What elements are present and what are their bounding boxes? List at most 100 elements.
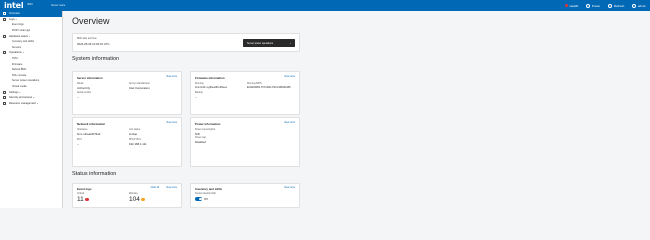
power-extra-value: N/D	[195, 132, 200, 136]
hardware-icon	[3, 34, 6, 38]
health-label: Health	[569, 3, 579, 8]
manufacturer-label: Server manufacturer	[129, 83, 150, 85]
bmc-time-value: 2024-05-29 14:03:01 UTC	[77, 42, 110, 46]
bios-label: Running BIOS	[247, 83, 262, 85]
identify-led-value: Off	[204, 197, 208, 201]
view-more-link[interactable]: View more	[284, 187, 295, 189]
power-consumption-label: Power consumption	[195, 129, 216, 131]
sidebar-nav: Overview Logs ▴ Event logs POST code logs…	[0, 11, 63, 208]
chevron-right-icon: ›	[290, 41, 291, 45]
server-info-card: Server information View more Model Arche…	[72, 71, 182, 115]
server-name: Server name	[51, 4, 66, 7]
identify-led-label: System identify LED	[195, 193, 216, 195]
warning-label: Warning	[129, 193, 138, 195]
top-bar: intel BMC Server name Health Power Refre…	[0, 0, 650, 11]
critical-status-icon	[85, 197, 89, 202]
bios-value: EGSDCRB1.SYS.0021.P23.2405221958	[247, 86, 291, 89]
firmware-info-card: Firmware information View more Running b…	[190, 71, 300, 115]
sidebar-item-resource-management[interactable]: Resource management ▾	[0, 101, 62, 107]
card-title: Firmware information	[195, 76, 225, 80]
health-status-icon	[565, 4, 569, 7]
event-logs-card: Event logs Clear all View more Critical …	[72, 183, 182, 208]
identify-led-control: Off	[195, 197, 208, 201]
chevron-down-icon: ▾	[19, 91, 21, 94]
sidebar-item-label: Overview	[9, 12, 20, 16]
critical-value: 11	[77, 196, 84, 203]
refresh-button[interactable]: Refresh	[608, 3, 624, 8]
settings-icon	[3, 90, 6, 94]
power-label: Power	[591, 3, 601, 8]
serial-label: Serial number	[77, 92, 92, 94]
top-actions: Health Power Refresh admin	[565, 3, 646, 8]
model-label: Model	[77, 83, 84, 85]
sidebar-item-label: Security and access	[9, 96, 33, 100]
sidebar-item-label: Hardware status	[9, 34, 28, 38]
backup-label: Backup	[195, 92, 203, 94]
power-button[interactable]: Power	[586, 3, 601, 8]
ipv4-value: --	[77, 142, 79, 146]
link-status-label: Link status	[129, 129, 140, 131]
warning-count[interactable]: 104	[129, 196, 145, 203]
model-value: ArcherCity	[77, 86, 91, 90]
view-more-link[interactable]: View more	[166, 122, 177, 124]
power-icon	[586, 3, 591, 8]
link-status-value: Linkup	[129, 132, 138, 136]
view-more-link[interactable]: View more	[166, 187, 177, 189]
sidebar-item-label: Logs	[9, 17, 15, 21]
intel-logo: intel	[4, 1, 24, 10]
security-icon	[3, 96, 6, 100]
card-title: Event logs	[77, 187, 92, 191]
logs-icon	[3, 17, 6, 21]
power-button-label: Server power operations	[247, 41, 274, 45]
app-subtitle: BMC	[27, 3, 33, 7]
power-cap-value: Disabled	[195, 140, 206, 144]
card-title: Power information	[195, 122, 221, 126]
chevron-up-icon: ▴	[28, 35, 30, 38]
running-label: Running	[195, 83, 204, 85]
chevron-up-icon: ▴	[22, 52, 24, 55]
view-more-link[interactable]: View more	[166, 76, 177, 78]
user-label: admin	[637, 3, 646, 8]
clear-all-link[interactable]: Clear all	[151, 187, 159, 189]
resource-icon	[3, 101, 6, 105]
backup-value: --	[195, 95, 197, 99]
refresh-icon	[608, 3, 613, 8]
dhcp-value: 192.168.1.111	[129, 142, 147, 146]
manufacturer-value: Intel Corporation	[129, 86, 150, 90]
ipv4-label: IPv4	[77, 139, 82, 141]
bmc-time-label: BMC date and time	[77, 38, 97, 40]
critical-label: Critical	[77, 193, 85, 195]
sidebar-item-label: Operations	[9, 51, 22, 55]
power-cap-label: Power cap	[195, 137, 206, 139]
warning-value: 104	[129, 196, 140, 203]
view-more-link[interactable]: View more	[284, 76, 295, 78]
status-info-heading: Status information	[72, 171, 117, 177]
critical-count[interactable]: 11	[77, 196, 89, 203]
network-info-card: Network information View more Hostname b…	[72, 117, 182, 167]
user-menu[interactable]: admin	[632, 3, 646, 8]
dhcp-label: DHCP IPv4	[129, 139, 141, 141]
serial-value: --	[77, 95, 79, 99]
card-title: Inventory and LEDs	[195, 187, 223, 191]
system-info-heading: System information	[72, 56, 120, 62]
chevron-down-icon: ▾	[36, 102, 39, 105]
user-icon	[632, 3, 637, 8]
running-value: bmc-0x1F-1-g6bee9fb-30beec	[195, 86, 228, 89]
inventory-leds-card: Inventory and LEDs View more System iden…	[190, 183, 300, 208]
power-info-card: Power information View more Power consum…	[190, 117, 300, 167]
identify-led-toggle[interactable]	[195, 197, 202, 201]
health-button[interactable]: Health	[565, 4, 578, 8]
page-title: Overview	[72, 16, 110, 26]
card-title: Server information	[77, 76, 103, 80]
hostname-label: Hostname	[77, 129, 88, 131]
overview-icon	[3, 12, 6, 16]
server-power-operations-button[interactable]: Server power operations ›	[243, 39, 295, 47]
view-more-link[interactable]: View more	[284, 122, 295, 124]
bmc-time-card: BMC date and time 2024-05-29 14:03:01 UT…	[72, 33, 300, 52]
main-content: Overview BMC date and time 2024-05-29 14…	[63, 11, 650, 208]
sidebar-item-label: Resource management	[9, 101, 36, 105]
hostname-value: bmc-mbeab4f76a3	[77, 132, 101, 136]
warning-status-icon	[141, 197, 145, 202]
sidebar-item-label: Settings	[9, 90, 19, 94]
chevron-down-icon: ▾	[33, 97, 35, 100]
